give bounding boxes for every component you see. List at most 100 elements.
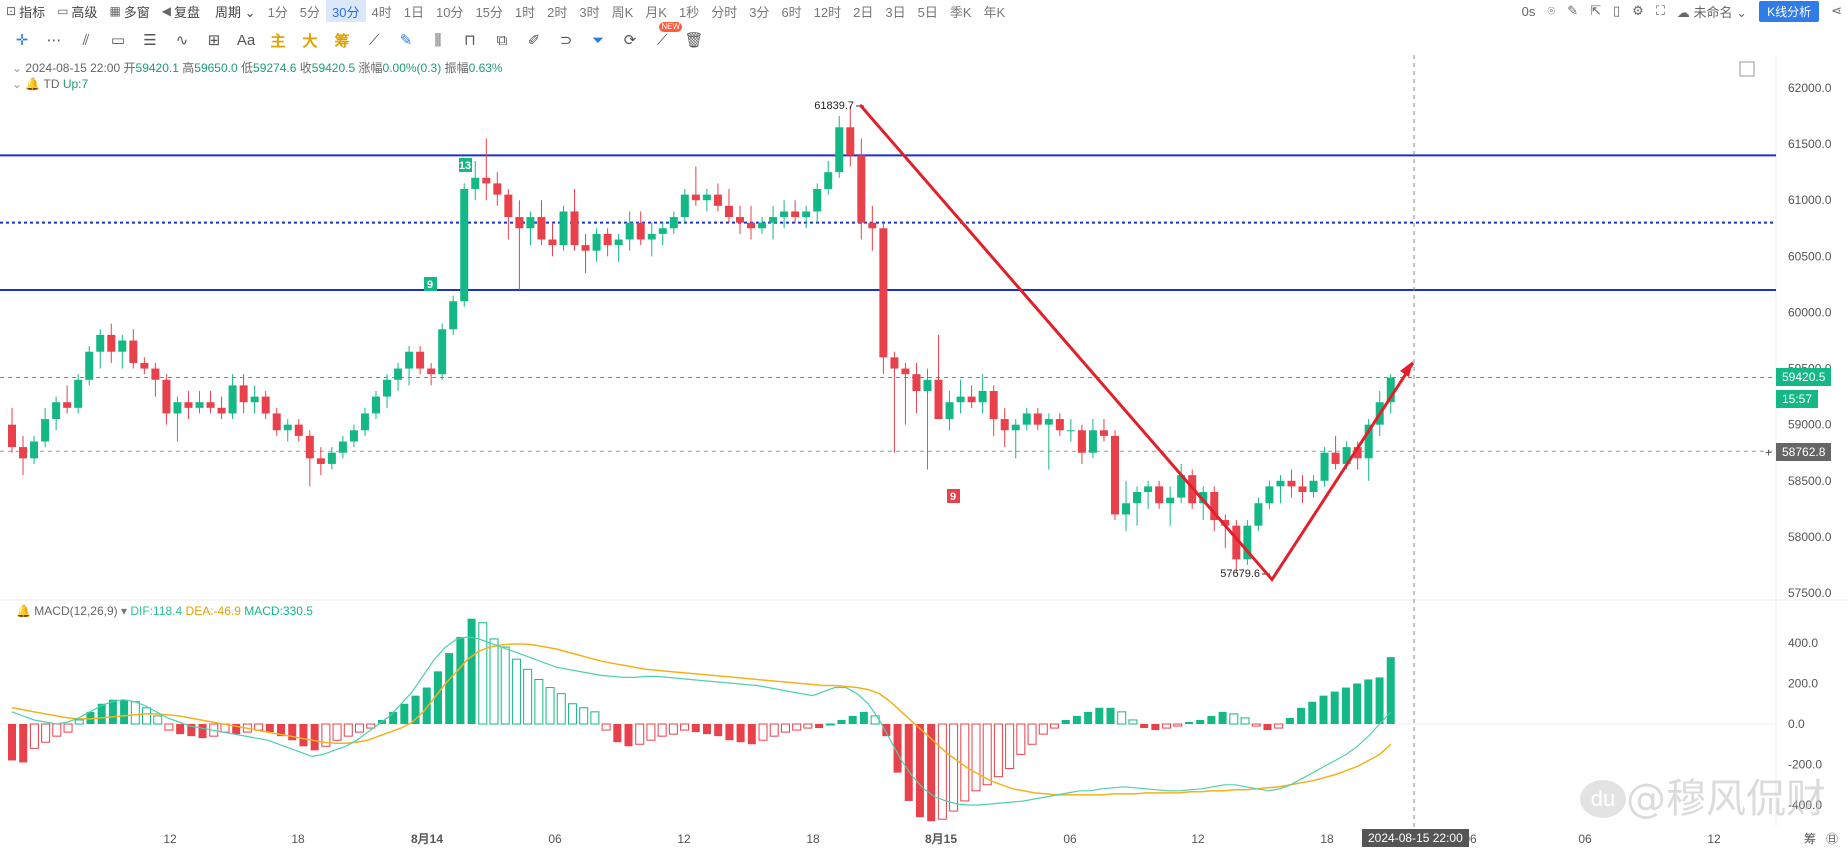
macd-histogram-bar — [1038, 723, 1048, 735]
macd-histogram-bar — [1240, 717, 1250, 725]
candle-body — [140, 362, 149, 369]
macd-histogram-bar — [1285, 717, 1294, 724]
macd-histogram-bar — [1016, 723, 1026, 755]
candle-body — [956, 396, 965, 403]
macd-axis-tick: 400.0 — [1788, 636, 1818, 650]
macd-dif-line — [11, 636, 1392, 806]
price-axis-tick: 62000.0 — [1788, 81, 1832, 95]
time-axis-tick: 06 — [1063, 832, 1077, 846]
candle-body — [305, 435, 314, 459]
macd-histogram-bar — [1274, 723, 1284, 729]
candle-body — [504, 194, 513, 218]
macd-histogram-bar — [1140, 724, 1149, 729]
candle-body — [735, 217, 744, 223]
candle-body — [173, 402, 182, 414]
macd-histogram-bar — [825, 723, 835, 726]
macd-histogram-bar — [859, 711, 868, 724]
macd-histogram-bar — [1364, 679, 1373, 724]
macd-histogram-bar — [1319, 695, 1328, 724]
candle-body — [283, 424, 292, 431]
macd-histogram-bar — [456, 636, 465, 724]
candle-body — [724, 205, 733, 218]
price-axis-tick: 59000.0 — [1788, 418, 1832, 432]
candle-body — [493, 183, 502, 195]
price-axis-tick: 60000.0 — [1788, 305, 1832, 319]
candle-body — [416, 351, 425, 369]
candle-body — [835, 127, 844, 173]
macd-histogram-bar — [1353, 683, 1362, 724]
candle-body — [1055, 419, 1064, 431]
candle-body — [747, 222, 756, 229]
macd-histogram-bar — [500, 646, 510, 725]
macd-histogram-bar — [769, 723, 779, 737]
candle-body — [96, 334, 105, 352]
macd-histogram-bar — [646, 723, 656, 741]
macd-histogram-bar — [758, 723, 768, 741]
macd-histogram-bar — [400, 703, 409, 724]
time-axis-tick: 18 — [291, 832, 305, 846]
candle-body — [537, 217, 546, 240]
candle-body — [1088, 430, 1097, 453]
chip-axis-label: 筹 — [1804, 832, 1816, 846]
candle-body — [780, 211, 789, 218]
macd-histogram-bar — [904, 724, 913, 801]
candle-body — [802, 211, 811, 218]
time-axis-tick: 06 — [1578, 832, 1592, 846]
candle-body — [868, 222, 877, 229]
candle-body — [691, 194, 700, 201]
macd-histogram-bar — [1251, 723, 1261, 727]
macd-histogram-bar — [590, 711, 600, 725]
candle-body — [669, 217, 678, 229]
time-axis-tick: 12 — [1191, 832, 1205, 846]
macd-histogram-bar — [52, 723, 62, 737]
cursor-price-tag: 58762.8 — [1776, 443, 1832, 461]
macd-histogram-bar — [848, 715, 857, 724]
candle-body — [1155, 486, 1164, 504]
candle-body — [1000, 419, 1009, 431]
candle-body — [63, 402, 72, 408]
candle-body — [1287, 480, 1296, 487]
candle-body — [19, 447, 28, 459]
macd-histogram-bar — [299, 724, 308, 747]
macd-histogram-bar — [176, 724, 185, 735]
macd-histogram-bar — [1375, 677, 1384, 724]
candle-body — [129, 340, 138, 363]
macd-histogram-bar — [1386, 657, 1395, 724]
low-price-label: 57679.6 — [1220, 568, 1260, 580]
macd-histogram-bar — [657, 723, 667, 737]
candle-body — [614, 239, 623, 246]
candle-body — [383, 379, 392, 397]
candle-body — [1144, 486, 1153, 492]
macd-histogram-bar — [545, 687, 555, 725]
candle-body — [74, 379, 83, 408]
candle-body — [1011, 424, 1020, 431]
macd-histogram-bar — [1084, 711, 1093, 724]
candle-body — [449, 301, 458, 330]
td-count-label: 9 — [427, 279, 433, 291]
macd-histogram-bar — [624, 724, 633, 747]
macd-histogram-bar — [1207, 715, 1216, 724]
macd-histogram-bar — [1095, 707, 1104, 724]
macd-histogram-bar — [1027, 723, 1037, 745]
candle-body — [1022, 413, 1031, 425]
candle-body — [394, 368, 403, 380]
candle-body — [967, 396, 976, 403]
candle-body — [713, 194, 722, 206]
chart-canvas[interactable]: 62000.061500.061000.060500.060000.059500… — [0, 0, 1848, 852]
time-axis-tick: 18 — [806, 832, 820, 846]
candle-body — [261, 396, 270, 414]
candle-body — [327, 452, 336, 464]
td-count-label: 9 — [950, 491, 956, 503]
candle-body — [934, 379, 943, 420]
macd-histogram-bar — [1117, 711, 1127, 725]
macd-histogram-bar — [1218, 711, 1227, 724]
candle-body — [813, 189, 822, 212]
candle-body — [769, 217, 778, 223]
macd-histogram-bar — [142, 707, 152, 725]
macd-histogram-bar — [1173, 723, 1183, 727]
macd-histogram-bar — [1128, 719, 1138, 725]
macd-histogram-bar — [467, 618, 476, 724]
macd-histogram-bar — [1263, 724, 1272, 731]
candle-body — [702, 194, 711, 201]
candle-body — [41, 419, 50, 442]
